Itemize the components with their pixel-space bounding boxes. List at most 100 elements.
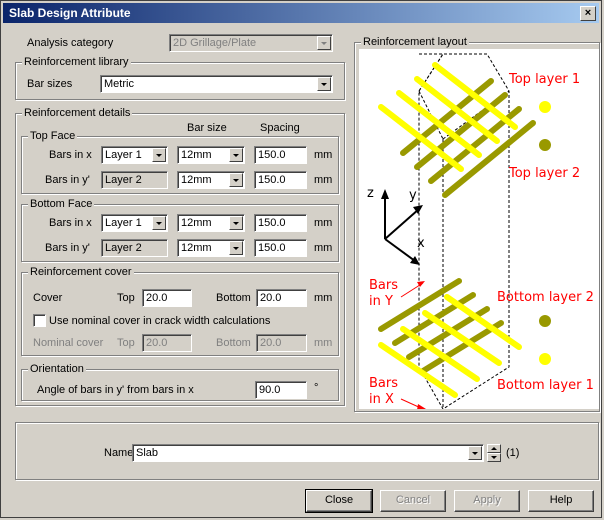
chevron-down-icon[interactable]	[468, 446, 482, 460]
bottom-bars-x-size-select[interactable]: 12mm	[177, 214, 245, 232]
analysis-category-value: 2D Grillage/Plate	[173, 37, 257, 49]
x-axis	[384, 238, 416, 262]
bottom-layer-2-label: Bottom layer 2	[497, 290, 594, 305]
bar-size-column-header: Bar size	[187, 122, 227, 134]
chevron-down-icon[interactable]	[152, 148, 166, 162]
bottom-bars-y-size-value: 12mm	[181, 242, 212, 254]
angle-label: Angle of bars in y' from bars in x	[37, 384, 194, 396]
bars-in-x-label-2: in X	[369, 392, 394, 407]
nominal-top-label: Top	[117, 337, 135, 349]
chevron-down-icon[interactable]	[317, 77, 331, 91]
close-button[interactable]: Close	[305, 489, 373, 513]
dialog-window: Slab Design Attribute × Analysis categor…	[0, 0, 602, 518]
nominal-top-input: 20.0	[142, 334, 192, 352]
prism-outline	[418, 53, 510, 410]
chevron-down-icon[interactable]	[229, 216, 243, 230]
bars-in-y-label-1: Bars	[369, 278, 398, 293]
bottom-bars-y-layer-field: Layer 2	[101, 239, 168, 257]
nominal-bottom-input: 20.0	[256, 334, 307, 352]
nominal-cover-checkbox-label: Use nominal cover in crack width calcula…	[49, 315, 271, 327]
top-bars-x-size-value: 12mm	[181, 149, 212, 161]
axis-z-label: z	[367, 186, 374, 201]
name-label: Name	[104, 447, 134, 459]
bottom-bars-x-layer-select[interactable]: Layer 1	[101, 214, 168, 232]
top-bars-y-spacing-input[interactable]: 150.0	[254, 171, 307, 189]
layout-svg: Top layer 1 Top layer 2 Bottom layer 2 B…	[367, 53, 594, 410]
top-face-legend: Top Face	[28, 129, 78, 143]
top-layer-2-label: Top layer 2	[508, 166, 580, 181]
top-bars-x-layer-value: Layer 1	[105, 149, 142, 161]
bottom-bars-x-unit: mm	[314, 217, 333, 229]
nominal-unit: mm	[314, 337, 333, 349]
cover-unit: mm	[314, 292, 333, 304]
title-bar: Slab Design Attribute ×	[3, 3, 599, 23]
chevron-down-icon[interactable]	[152, 216, 166, 230]
prism-outer	[418, 53, 510, 410]
chevron-down-icon[interactable]	[229, 173, 243, 187]
bottom-bars-x-label: Bars in x	[49, 217, 92, 229]
spinner-down-icon[interactable]	[487, 453, 501, 462]
reinforcement-library-legend: Reinforcement library	[22, 55, 131, 69]
name-select[interactable]: Slab	[132, 444, 484, 462]
top-layer2-dot	[539, 139, 551, 151]
bottom-bars-y-unit: mm	[314, 242, 333, 254]
nominal-cover-checkbox[interactable]	[33, 314, 46, 327]
bar-sizes-value: Metric	[104, 78, 134, 90]
top-bars-y-unit: mm	[314, 174, 333, 186]
axes-icon	[384, 195, 420, 262]
name-count: (1)	[506, 447, 520, 459]
name-spinner[interactable]	[487, 444, 501, 462]
name-value: Slab	[136, 447, 159, 459]
top-bars-y-label: Bars in y'	[45, 174, 90, 186]
axis-y-label: y	[409, 188, 417, 203]
window-title: Slab Design Attribute	[9, 6, 131, 20]
analysis-category-select: 2D Grillage/Plate	[169, 34, 333, 52]
analysis-category-label: Analysis category	[27, 37, 114, 49]
bottom-bars-y-size-select[interactable]: 12mm	[177, 239, 245, 257]
top-bars-y-size-select[interactable]: 12mm	[177, 171, 245, 189]
y-axis	[384, 208, 420, 240]
spinner-up-icon[interactable]	[487, 444, 501, 453]
reinforcement-layout-diagram: Top layer 1 Top layer 2 Bottom layer 2 B…	[359, 49, 599, 410]
top-bars-y-layer-field: Layer 2	[101, 171, 168, 189]
angle-input[interactable]: 90.0	[255, 381, 307, 399]
bar-sizes-select[interactable]: Metric	[100, 75, 333, 93]
bottom-bars-x-spacing-input[interactable]: 150.0	[254, 214, 307, 232]
nominal-cover-label: Nominal cover	[33, 337, 104, 349]
cancel-button[interactable]: Cancel	[380, 490, 446, 512]
bottom-face-legend: Bottom Face	[28, 197, 95, 211]
arrowhead-icon	[417, 404, 426, 410]
top-layer-1-label: Top layer 1	[508, 72, 580, 87]
apply-button[interactable]: Apply	[454, 490, 520, 512]
cover-bottom-label: Bottom	[216, 292, 251, 304]
reinforcement-details-legend: Reinforcement details	[22, 106, 133, 120]
top-bars-x-unit: mm	[314, 149, 333, 161]
bottom-layer-1-label: Bottom layer 1	[497, 378, 594, 393]
axis-x-label: x	[417, 236, 425, 251]
bars-in-x-label-1: Bars	[369, 376, 398, 391]
chevron-down-icon	[317, 36, 331, 50]
top-bars-x-label: Bars in x	[49, 149, 92, 161]
top-bars-y-size-value: 12mm	[181, 174, 212, 186]
help-button[interactable]: Help	[528, 490, 594, 512]
reinforcement-layout-legend: Reinforcement layout	[361, 35, 469, 49]
angle-unit: °	[314, 382, 319, 394]
top-bars-x-size-select[interactable]: 12mm	[177, 146, 245, 164]
top-bars-x-layer-select[interactable]: Layer 1	[101, 146, 168, 164]
bottom-layer2-dot	[539, 315, 551, 327]
bars-in-y-label-2: in Y	[369, 294, 393, 309]
bottom-bars-y-label: Bars in y'	[45, 242, 90, 254]
bottom-bars-x-layer-value: Layer 1	[105, 217, 142, 229]
nominal-bottom-label: Bottom	[216, 337, 251, 349]
chevron-down-icon[interactable]	[229, 148, 243, 162]
chevron-down-icon[interactable]	[229, 241, 243, 255]
reinforcement-cover-legend: Reinforcement cover	[28, 265, 134, 279]
close-window-button[interactable]: ×	[580, 6, 596, 21]
orientation-legend: Orientation	[28, 362, 86, 376]
cover-label: Cover	[33, 292, 63, 304]
cover-top-input[interactable]: 20.0	[142, 289, 192, 307]
bottom-bars-y-spacing-input[interactable]: 150.0	[254, 239, 307, 257]
top-bars-x-spacing-input[interactable]: 150.0	[254, 146, 307, 164]
cover-bottom-input[interactable]: 20.0	[256, 289, 307, 307]
bottom-layer1-dot	[539, 353, 551, 365]
